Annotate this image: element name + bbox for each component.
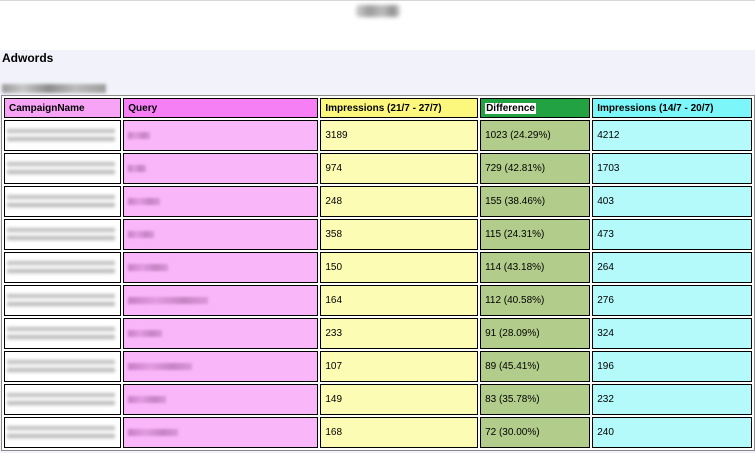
cell-query-redacted bbox=[123, 417, 319, 448]
redacted-campaign-name bbox=[7, 258, 115, 277]
cell-query-redacted bbox=[123, 318, 319, 349]
cell-difference: 1023 (24.29%) bbox=[480, 120, 591, 151]
table-row: 233 91 (28.09%) 324 bbox=[4, 318, 752, 349]
cell-campaign-redacted bbox=[4, 417, 122, 448]
cell-difference: 729 (42.81%) bbox=[480, 153, 591, 184]
table-body: 3189 1023 (24.29%) 4212 974 729 (42.81%) 1703… bbox=[4, 120, 752, 448]
cell-campaign-redacted bbox=[4, 252, 122, 283]
redacted-query-text bbox=[128, 296, 209, 304]
redacted-campaign-name bbox=[7, 423, 115, 442]
redacted-query-text bbox=[128, 230, 155, 238]
cell-difference: 89 (45.41%) bbox=[480, 351, 591, 382]
redacted-campaign-name bbox=[7, 291, 115, 310]
cell-difference: 112 (40.58%) bbox=[480, 285, 591, 316]
cell-impressions-current: 149 bbox=[320, 384, 479, 415]
redacted-query-text bbox=[128, 263, 169, 271]
cell-difference: 155 (38.46%) bbox=[480, 186, 591, 217]
cell-query-redacted bbox=[123, 351, 319, 382]
difference-header-label: Difference bbox=[485, 102, 536, 114]
cell-query-redacted bbox=[123, 120, 319, 151]
section-title: Adwords bbox=[2, 51, 54, 65]
cell-impressions-current: 974 bbox=[320, 153, 479, 184]
cell-difference: 114 (43.18%) bbox=[480, 252, 591, 283]
table-row: 107 89 (45.41%) 196 bbox=[4, 351, 752, 382]
cell-impressions-current: 233 bbox=[320, 318, 479, 349]
column-header-query[interactable]: Query bbox=[123, 98, 319, 118]
cell-impressions-current: 150 bbox=[320, 252, 479, 283]
cell-impressions-current: 248 bbox=[320, 186, 479, 217]
table-header-row: CampaignName Query Impressions (21/7 - 2… bbox=[4, 98, 752, 118]
cell-impressions-previous: 1703 bbox=[592, 153, 752, 184]
cell-campaign-redacted bbox=[4, 285, 122, 316]
cell-campaign-redacted bbox=[4, 318, 122, 349]
cell-difference: 91 (28.09%) bbox=[480, 318, 591, 349]
table-row: 358 115 (24.31%) 473 bbox=[4, 219, 752, 250]
redacted-report-title bbox=[356, 5, 400, 17]
cell-campaign-redacted bbox=[4, 120, 122, 151]
cell-query-redacted bbox=[123, 186, 319, 217]
report-header-bar bbox=[0, 0, 755, 23]
cell-query-redacted bbox=[123, 153, 319, 184]
cell-impressions-previous: 276 bbox=[592, 285, 752, 316]
cell-query-redacted bbox=[123, 384, 319, 415]
cell-impressions-previous: 473 bbox=[592, 219, 752, 250]
cell-campaign-redacted bbox=[4, 351, 122, 382]
redacted-subtitle bbox=[2, 84, 106, 93]
cell-impressions-previous: 232 bbox=[592, 384, 752, 415]
cell-impressions-current: 107 bbox=[320, 351, 479, 382]
redacted-campaign-name bbox=[7, 357, 115, 376]
cell-impressions-current: 3189 bbox=[320, 120, 479, 151]
table-row: 974 729 (42.81%) 1703 bbox=[4, 153, 752, 184]
cell-impressions-previous: 324 bbox=[592, 318, 752, 349]
cell-query-redacted bbox=[123, 285, 319, 316]
impressions-table: CampaignName Query Impressions (21/7 - 2… bbox=[1, 95, 755, 451]
redacted-query-text bbox=[128, 428, 179, 436]
column-header-impressions-previous[interactable]: Impressions (14/7 - 20/7) bbox=[592, 98, 752, 118]
redacted-query-text bbox=[128, 164, 147, 172]
cell-impressions-previous: 403 bbox=[592, 186, 752, 217]
cell-campaign-redacted bbox=[4, 219, 122, 250]
cell-campaign-redacted bbox=[4, 153, 122, 184]
cell-impressions-previous: 264 bbox=[592, 252, 752, 283]
column-header-campaign[interactable]: CampaignName bbox=[4, 98, 122, 118]
redacted-campaign-name bbox=[7, 126, 115, 145]
redacted-query-text bbox=[128, 131, 151, 139]
redacted-query-text bbox=[128, 197, 161, 205]
cell-query-redacted bbox=[123, 252, 319, 283]
cell-campaign-redacted bbox=[4, 384, 122, 415]
redacted-query-text bbox=[128, 329, 163, 337]
cell-impressions-previous: 240 bbox=[592, 417, 752, 448]
redacted-campaign-name bbox=[7, 159, 115, 178]
column-header-impressions-current[interactable]: Impressions (21/7 - 27/7) bbox=[320, 98, 479, 118]
redacted-query-text bbox=[128, 395, 167, 403]
cell-impressions-current: 164 bbox=[320, 285, 479, 316]
table-row: 248 155 (38.46%) 403 bbox=[4, 186, 752, 217]
redacted-campaign-name bbox=[7, 324, 115, 343]
cell-difference: 72 (30.00%) bbox=[480, 417, 591, 448]
cell-difference: 115 (24.31%) bbox=[480, 219, 591, 250]
table-row: 164 112 (40.58%) 276 bbox=[4, 285, 752, 316]
redacted-campaign-name bbox=[7, 192, 115, 211]
table-row: 3189 1023 (24.29%) 4212 bbox=[4, 120, 752, 151]
cell-query-redacted bbox=[123, 219, 319, 250]
redacted-query-text bbox=[128, 362, 193, 370]
cell-impressions-previous: 4212 bbox=[592, 120, 752, 151]
table-row: 149 83 (35.78%) 232 bbox=[4, 384, 752, 415]
table-row: 168 72 (30.00%) 240 bbox=[4, 417, 752, 448]
cell-campaign-redacted bbox=[4, 186, 122, 217]
column-header-difference[interactable]: Difference bbox=[480, 98, 591, 118]
redacted-campaign-name bbox=[7, 390, 115, 409]
cell-impressions-current: 168 bbox=[320, 417, 479, 448]
table-row: 150 114 (43.18%) 264 bbox=[4, 252, 752, 283]
cell-impressions-current: 358 bbox=[320, 219, 479, 250]
cell-impressions-previous: 196 bbox=[592, 351, 752, 382]
redacted-campaign-name bbox=[7, 225, 115, 244]
cell-difference: 83 (35.78%) bbox=[480, 384, 591, 415]
